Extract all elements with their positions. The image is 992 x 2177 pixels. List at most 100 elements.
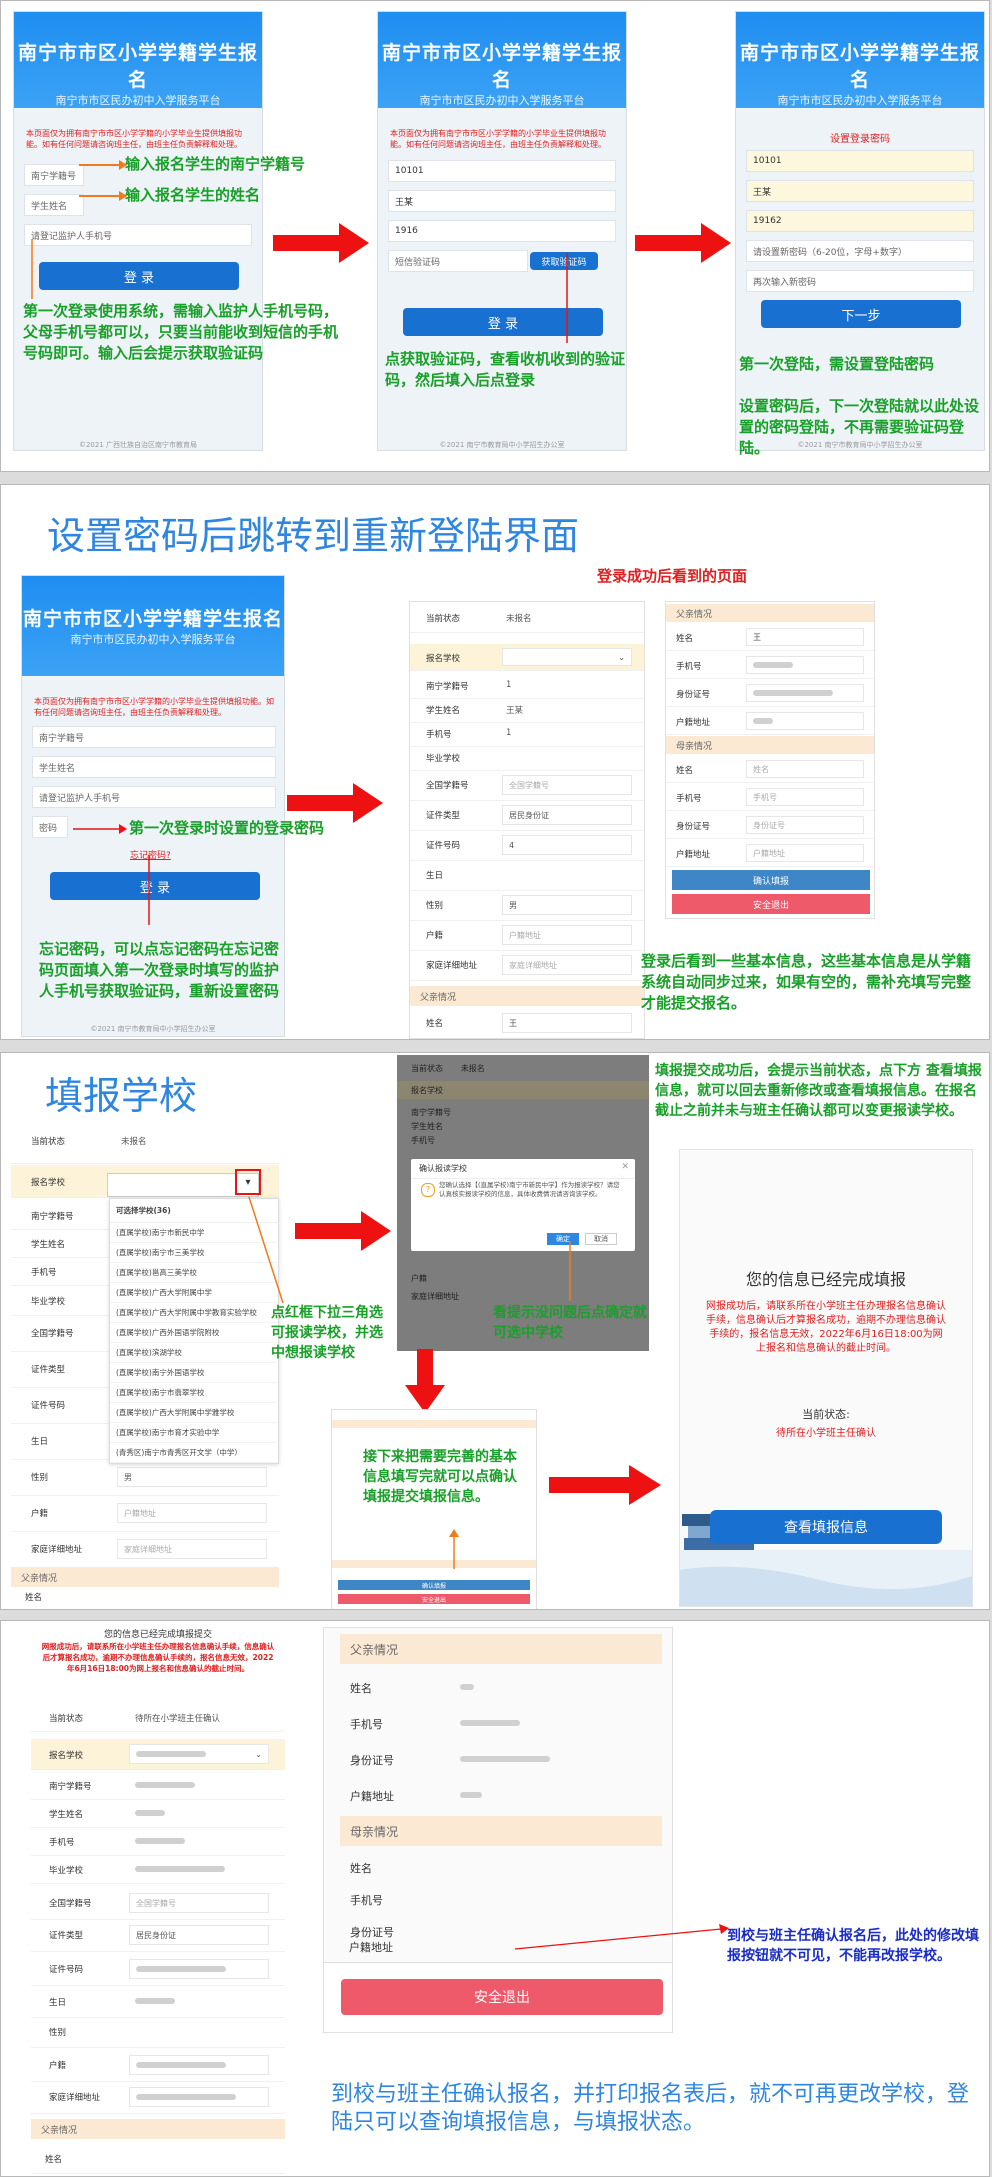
big-arrow-4 xyxy=(295,1211,391,1251)
done-screen: 您的信息已经完成填报 网报成功后，请联系所在小学班主任办理报名信息确认手续，信息… xyxy=(679,1149,973,1607)
dropdown-item[interactable]: (直属学校)南宁市育才实验中学 xyxy=(110,1423,278,1443)
addr-input[interactable]: 家庭详细地址 xyxy=(502,955,632,975)
code-input[interactable]: 短信验证码 xyxy=(388,250,528,272)
view-info-button[interactable]: 查看填报信息 xyxy=(710,1510,942,1544)
row-hj: 户籍 xyxy=(31,2049,285,2082)
phone-input[interactable]: 请登记监护人手机号 xyxy=(32,786,276,808)
phone-input[interactable]: 1916 xyxy=(388,220,616,242)
section-title-school: 填报学校 xyxy=(45,1074,198,1118)
name-input[interactable]: 学生姓名 xyxy=(24,194,84,216)
annot-complete: 接下来把需要完善的基本信息填写完就可以点确认填报提交填报信息。 xyxy=(363,1447,523,1507)
annot-ok: 看提示没问题后点确定就可选中学校 xyxy=(493,1305,647,1341)
row-idtype: 证件类型 居民身份证 xyxy=(31,1919,285,1952)
dropdown-item[interactable]: (青秀区)南宁市青秀区开文学（中学） xyxy=(110,1443,278,1463)
name-input[interactable]: 王某 xyxy=(388,190,616,212)
new-password-input[interactable]: 请设置新密码（6-20位，字母+数字） xyxy=(746,240,974,262)
row-idno: 证件号码 xyxy=(31,1953,285,1986)
row-school[interactable]: 报名学校 ⌄ xyxy=(410,644,644,671)
dropdown-triangle-button[interactable]: ▾ xyxy=(235,1169,261,1195)
row-mphone: 手机号 手机号 xyxy=(666,784,874,811)
row-status: 当前状态 待所在小学班主任确认 xyxy=(31,1703,285,1732)
idtype-select[interactable]: 居民身份证 xyxy=(502,805,632,825)
annot-code: 点获取验证码，查看收机收到的验证码，然后填入后点登录 xyxy=(385,350,626,389)
app-title: 南宁市市区小学学籍学生报名 xyxy=(381,42,622,91)
confirmed-form: 您的信息已经完成填报提交 网报成功后，请联系所在小学班主任办理报名信息确认手续，… xyxy=(31,1625,285,2175)
row-status: 当前状态 未报名 xyxy=(11,1117,279,1164)
parents-form: 父亲情况 姓名王 手机号 身份证号 户籍地址 母亲情况 姓名 姓名 手机号 手机号 … xyxy=(665,601,875,919)
state-value: 待所在小学班主任确认 xyxy=(776,1428,876,1439)
footer: ©2021 南宁市教育局中小学招生办公室 xyxy=(90,1025,216,1033)
annot-forgot: 忘记密码，可以点忘记密码在忘记密码页面填入第一次登录时填写的监护人手机号获取验证… xyxy=(39,940,280,1000)
dialog-title: 确认报读学校 xyxy=(411,1159,635,1179)
section-subtitle: 登录成功后看到的页面 xyxy=(597,567,748,585)
password-input[interactable]: 密码 xyxy=(32,816,68,838)
annot-phone: 第一次登录使用系统，需输入监护人手机号码，父母手机号都可以，只要当前能收到短信的… xyxy=(23,302,339,362)
row-addr: 家庭详细地址 家庭详细地址 xyxy=(410,950,644,981)
dropdown-item[interactable]: (直属学校)南宁市翡翠学校 xyxy=(110,1383,278,1403)
footer: ©2021 广西壮族自治区南宁市教育局 xyxy=(78,441,198,449)
panel-confirmed: 您的信息已经完成填报提交 网报成功后，请联系所在小学班主任办理报名信息确认手续，… xyxy=(0,1620,990,2177)
confirm-dialog: 确认报读学校 ✕ ? 您确认选择【(直属学校)南宁市新民中学】作为报读学校？请您… xyxy=(411,1159,635,1251)
row-birth: 生日 xyxy=(31,1987,285,2018)
dropdown-item[interactable]: (直属学校)广西大学附属中学雅学校 xyxy=(110,1403,278,1423)
close-icon[interactable]: ✕ xyxy=(621,1162,629,1172)
school-select[interactable]: ⌄ xyxy=(502,648,632,666)
annot-xjh: 输入报名学生的南宁学籍号 xyxy=(125,155,306,173)
row-fhj: 户籍地址 xyxy=(324,1778,672,1812)
row-school: 报名学校 ⌄ xyxy=(31,1739,285,1770)
arrow-ok xyxy=(569,1241,571,1301)
setpwd-screen: 南宁市市区小学学籍学生报名 南宁市市区民办初中入学服务平台 设置登录密码 101… xyxy=(735,11,985,451)
app-header: 南宁市市区小学学籍学生报名 南宁市市区民办初中入学服务平台 xyxy=(14,12,262,108)
row-phone: 手机号 1 xyxy=(410,722,644,747)
confirmed-title: 您的信息已经完成填报提交 xyxy=(103,1630,212,1640)
idno-input[interactable]: 4 xyxy=(502,835,632,855)
father-section: 父亲情况 xyxy=(31,2119,285,2139)
confirm-button[interactable]: 确认填报 xyxy=(338,1580,530,1590)
row-fid: 身份证号 xyxy=(666,680,874,707)
row-grad: 毕业学校 xyxy=(410,746,644,771)
dialog-cancel-button[interactable]: 取消 xyxy=(585,1233,617,1245)
sex-select[interactable]: 男 xyxy=(502,895,632,915)
dropdown-item[interactable]: (直属学校)广西外国语学院附校 xyxy=(110,1323,278,1343)
xjh-input[interactable]: 10101 xyxy=(388,160,616,182)
annot-final: 到校与班主任确认报名，并打印报名表后，就不可再更改学校，登陆只可以查询填报信息，… xyxy=(331,2082,970,2135)
big-arrow-2 xyxy=(635,223,731,263)
row-mhj-label: 户籍地址 xyxy=(349,1941,393,1954)
repeat-password-input[interactable]: 再次输入新密码 xyxy=(746,270,974,292)
big-arrow-3 xyxy=(287,783,383,823)
row-xjh: 南宁学籍号 1 xyxy=(410,674,644,699)
panel-relogin: 设置密码后跳转到重新登陆界面 登录成功后看到的页面 南宁市市区小学学籍学生报名 … xyxy=(0,484,990,1040)
arrow-phone xyxy=(31,239,33,299)
phone-input[interactable]: 请登记监护人手机号 xyxy=(24,224,252,246)
name-field: 王某 xyxy=(746,180,974,202)
confirm-button[interactable]: 确认填报 xyxy=(672,870,870,890)
name-input[interactable]: 学生姓名 xyxy=(32,756,276,778)
logout-button[interactable]: 安全退出 xyxy=(672,894,870,914)
arrow-no-edit xyxy=(514,1924,729,1950)
dropdown-item[interactable]: (直属学校)滨湖学校 xyxy=(110,1343,278,1363)
logout-button[interactable]: 安全退出 xyxy=(338,1594,530,1604)
notice-text: 本页面仅为拥有南宁市市区小学学籍的小学毕业生提供填报功能。如有任何问题请咨询班主… xyxy=(390,129,606,149)
qgxjh-input[interactable]: 全国学籍号 xyxy=(502,775,632,795)
app-header: 南宁市市区小学学籍学生报名 南宁市市区民办初中入学服务平台 xyxy=(736,12,984,108)
row-qgxjh: 全国学籍号 全国学籍号 xyxy=(410,770,644,801)
arrow-forgot xyxy=(148,855,150,925)
xjh-input[interactable]: 南宁学籍号 xyxy=(32,726,276,748)
hj-input[interactable]: 户籍地址 xyxy=(502,925,632,945)
row-sex: 性别男 xyxy=(410,890,644,921)
next-button[interactable]: 下一步 xyxy=(761,300,961,328)
dropdown-item[interactable]: (直属学校)南宁外国语学校 xyxy=(110,1363,278,1383)
row-idno: 证件号码 4 xyxy=(410,830,644,861)
login-button[interactable]: 登 录 xyxy=(403,308,603,336)
xjh-input[interactable]: 南宁学籍号 xyxy=(24,164,84,186)
row-hj: 户籍 户籍地址 xyxy=(11,1495,279,1532)
big-arrow-1 xyxy=(273,223,369,263)
row-phone: 手机号 xyxy=(31,1827,285,1856)
confirmed-parents: 父亲情况 姓名 手机号 身份证号 户籍地址 母亲情况 姓名 手机号 身份证号 xyxy=(323,1627,673,1963)
login-button[interactable]: 登 录 xyxy=(39,262,239,290)
sex-select[interactable]: 男 xyxy=(117,1467,267,1487)
row-sex: 性别 xyxy=(31,2017,285,2048)
dialog-body: 您确认选择【(直属学校)南宁市新民中学】作为报读学校？请您认真核实报读学校的信息… xyxy=(439,1181,620,1198)
login-button[interactable]: 登 录 xyxy=(50,872,260,900)
father-section: 父亲情况 xyxy=(410,986,644,1006)
